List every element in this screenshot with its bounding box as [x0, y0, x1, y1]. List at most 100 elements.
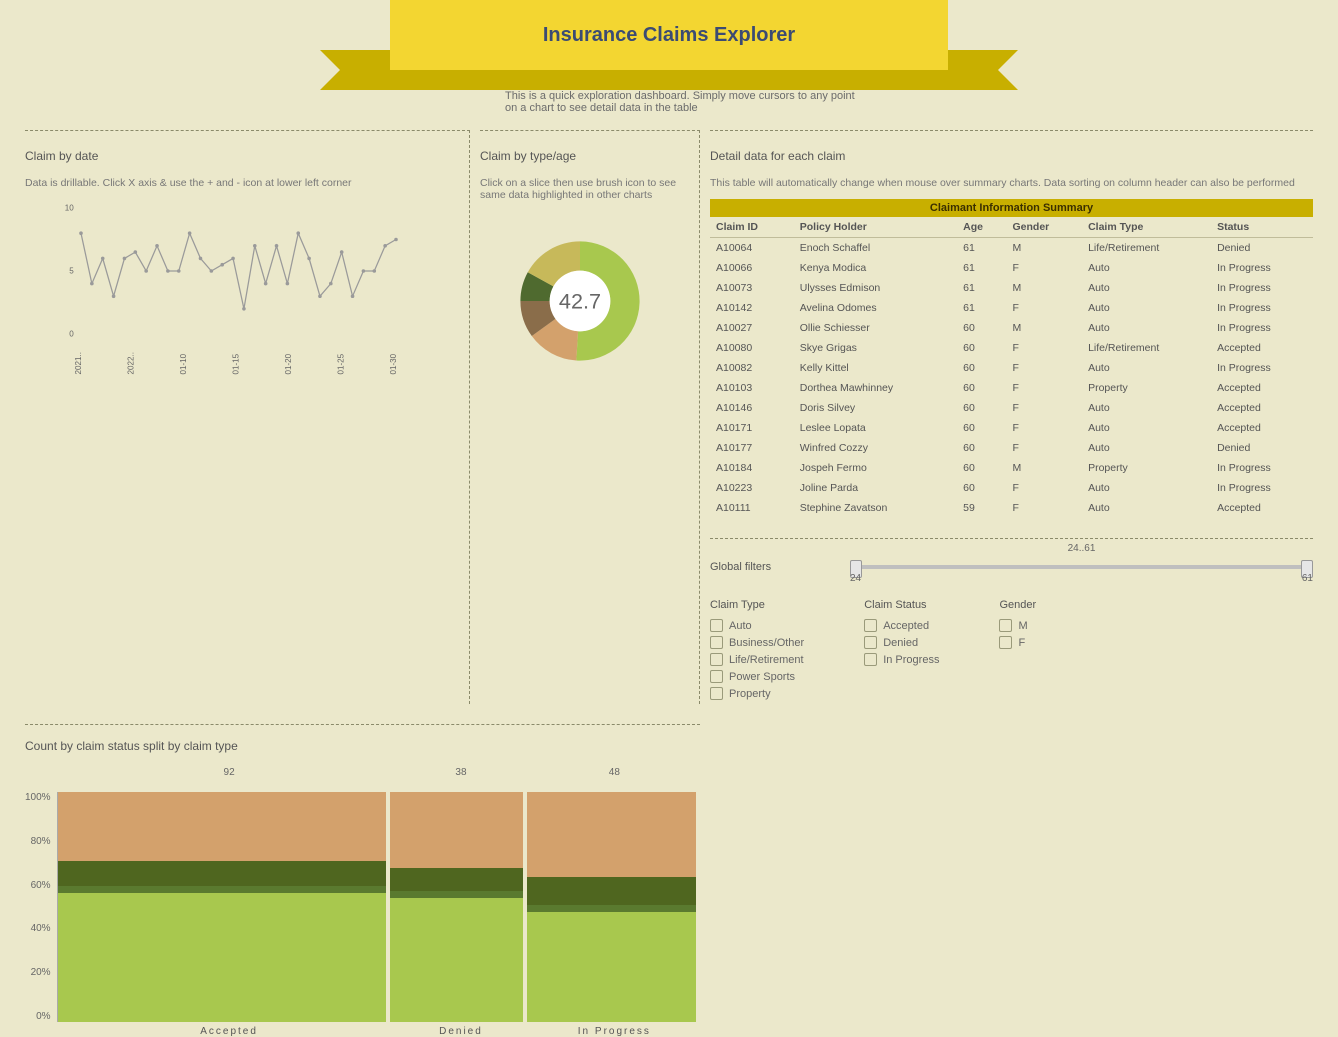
line-point[interactable] — [362, 269, 366, 273]
checkbox-claim-status[interactable]: In Progress — [864, 653, 939, 666]
table-header[interactable]: Status — [1211, 217, 1313, 238]
bar-segment[interactable] — [527, 905, 696, 912]
table-row[interactable]: A10103Dorthea Mawhinney60FPropertyAccept… — [710, 378, 1313, 398]
line-point[interactable] — [340, 250, 344, 254]
line-point[interactable] — [286, 282, 290, 286]
checkbox-claim-type[interactable]: Business/Other — [710, 636, 804, 649]
table-header[interactable]: Policy Holder — [794, 217, 957, 238]
table-row[interactable]: A10177Winfred Cozzy60FAutoDenied — [710, 438, 1313, 458]
line-point[interactable] — [112, 294, 116, 298]
line-point[interactable] — [242, 307, 246, 311]
svg-text:01-15: 01-15 — [232, 353, 241, 374]
bar-column[interactable] — [58, 792, 390, 1022]
line-point[interactable] — [253, 244, 257, 248]
age-range-slider[interactable]: 24..61 24 61 — [850, 553, 1313, 581]
table-row[interactable]: A10073Ulysses Edmison61MAutoIn Progress — [710, 278, 1313, 298]
line-point[interactable] — [383, 244, 387, 248]
checkbox-claim-type[interactable]: Property — [710, 687, 804, 700]
bar-segment[interactable] — [390, 891, 523, 898]
table-cell: A10066 — [710, 258, 794, 278]
bar-segment[interactable] — [58, 792, 386, 861]
table-cell: Auto — [1082, 418, 1211, 438]
line-point[interactable] — [79, 231, 83, 235]
table-row[interactable]: A10184Jospeh Fermo60MPropertyIn Progress — [710, 458, 1313, 478]
bar-segment[interactable] — [58, 893, 386, 1022]
checkbox-claim-type[interactable]: Power Sports — [710, 670, 804, 683]
line-point[interactable] — [296, 231, 300, 235]
svg-text:0: 0 — [69, 330, 74, 339]
line-point[interactable] — [101, 257, 105, 261]
stacked-bar-chart[interactable] — [57, 792, 700, 1022]
line-point[interactable] — [231, 257, 235, 261]
table-cell: Property — [1082, 378, 1211, 398]
bar-segment[interactable] — [390, 898, 523, 1022]
table-row[interactable]: A10027Ollie Schiesser60MAutoIn Progress — [710, 318, 1313, 338]
line-point[interactable] — [318, 294, 322, 298]
line-point[interactable] — [155, 244, 159, 248]
line-point[interactable] — [166, 269, 170, 273]
line-point[interactable] — [210, 269, 214, 273]
line-point[interactable] — [123, 257, 127, 261]
line-point[interactable] — [220, 263, 224, 267]
table-cell: Stephine Zavatson — [794, 498, 957, 518]
table-cell: F — [1006, 418, 1082, 438]
table-row[interactable]: A10111Stephine Zavatson59FAutoAccepted — [710, 498, 1313, 518]
checkbox-gender[interactable]: M — [999, 619, 1036, 632]
line-point[interactable] — [307, 257, 311, 261]
line-point[interactable] — [199, 257, 203, 261]
checkbox-gender[interactable]: F — [999, 636, 1036, 649]
table-row[interactable]: A10142Avelina Odomes61FAutoIn Progress — [710, 298, 1313, 318]
bar-segment[interactable] — [58, 861, 386, 886]
bar-segment[interactable] — [527, 877, 696, 905]
bar-segment[interactable] — [527, 912, 696, 1022]
line-point[interactable] — [188, 231, 192, 235]
bar-column[interactable] — [527, 792, 700, 1022]
checkbox-icon — [864, 619, 877, 632]
bar-segment[interactable] — [527, 792, 696, 877]
table-header[interactable]: Claim Type — [1082, 217, 1211, 238]
table-cell: F — [1006, 438, 1082, 458]
line-point[interactable] — [372, 269, 376, 273]
panel-global-filters: Global filters 24..61 24 61 Claim Type A… — [710, 538, 1313, 704]
checkbox-icon — [710, 619, 723, 632]
table-cell: 61 — [957, 278, 1006, 298]
checkbox-icon — [864, 636, 877, 649]
line-point[interactable] — [275, 244, 279, 248]
line-point[interactable] — [329, 282, 333, 286]
table-cell: 60 — [957, 418, 1006, 438]
line-point[interactable] — [90, 282, 94, 286]
donut-chart[interactable]: 42.7 — [515, 236, 645, 366]
checkbox-claim-status[interactable]: Denied — [864, 636, 939, 649]
y-tick-label: 80% — [25, 836, 51, 847]
table-cell: Accepted — [1211, 498, 1313, 518]
line-point[interactable] — [177, 269, 181, 273]
panel-title: Claim by type/age — [480, 149, 679, 163]
table-cell: Auto — [1082, 438, 1211, 458]
bar-segment[interactable] — [58, 886, 386, 893]
bar-segment[interactable] — [390, 868, 523, 891]
bar-segment[interactable] — [390, 792, 523, 868]
checkbox-claim-type[interactable]: Auto — [710, 619, 804, 632]
line-point[interactable] — [264, 282, 268, 286]
table-header[interactable]: Claim ID — [710, 217, 794, 238]
table-row[interactable]: A10064Enoch Schaffel61MLife/RetirementDe… — [710, 238, 1313, 259]
line-point[interactable] — [394, 238, 398, 242]
table-cell: Denied — [1211, 238, 1313, 259]
checkbox-claim-status[interactable]: Accepted — [864, 619, 939, 632]
table-header[interactable]: Gender — [1006, 217, 1082, 238]
table-row[interactable]: A10082Kelly Kittel60FAutoIn Progress — [710, 358, 1313, 378]
table-row[interactable]: A10223Joline Parda60FAutoIn Progress — [710, 478, 1313, 498]
line-point[interactable] — [144, 269, 148, 273]
bar-column[interactable] — [390, 792, 527, 1022]
line-point[interactable] — [351, 294, 355, 298]
table-row[interactable]: A10171Leslee Lopata60FAutoAccepted — [710, 418, 1313, 438]
table-cell: A10142 — [710, 298, 794, 318]
checkbox-claim-type[interactable]: Life/Retirement — [710, 653, 804, 666]
table-header[interactable]: Age — [957, 217, 1006, 238]
table-row[interactable]: A10146Doris Silvey60FAutoAccepted — [710, 398, 1313, 418]
y-tick-label: 60% — [25, 880, 51, 891]
table-row[interactable]: A10080Skye Grigas60FLife/RetirementAccep… — [710, 338, 1313, 358]
line-chart[interactable]: 05102021..2022..01-1001-1501-2001-2501-3… — [25, 199, 425, 379]
line-point[interactable] — [134, 250, 138, 254]
table-row[interactable]: A10066Kenya Modica61FAutoIn Progress — [710, 258, 1313, 278]
